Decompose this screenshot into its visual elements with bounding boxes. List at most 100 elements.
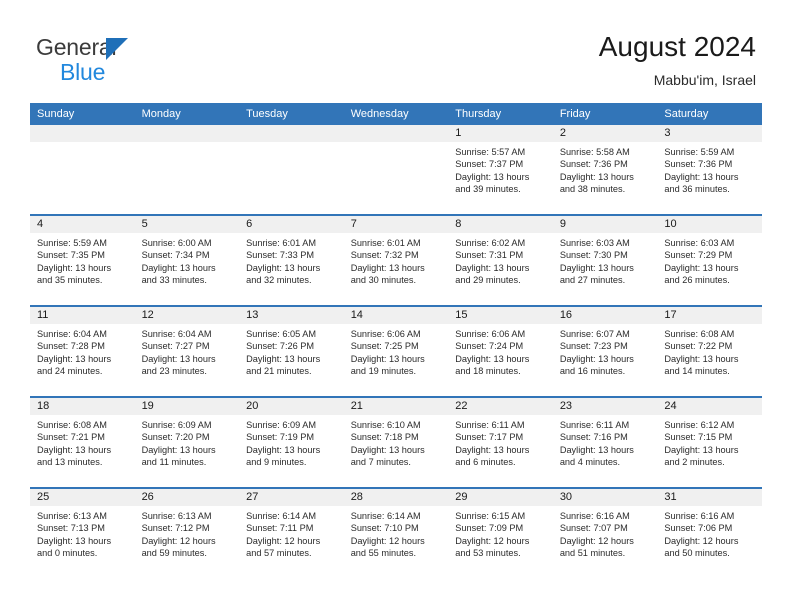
- daylight-line-2: and 6 minutes.: [455, 456, 516, 467]
- calendar-day[interactable]: 13 Sunrise: 6:05 AM Sunset: 7:26 PM Dayligh…: [239, 307, 344, 394]
- daylight-line-1: Daylight: 13 hours: [664, 353, 739, 364]
- calendar-day[interactable]: 14 Sunrise: 6:06 AM Sunset: 7:25 PM Dayligh…: [343, 307, 449, 394]
- calendar-day[interactable]: 19 Sunrise: 6:09 AM Sunset: 7:20 PM Dayligh…: [134, 398, 240, 485]
- daylight-line-2: and 38 minutes.: [559, 183, 626, 194]
- sunrise-time: Sunrise: 6:11 AM: [559, 420, 630, 430]
- day-details: Sunrise: 6:09 AM Sunset: 7:20 PM Daylight:…: [135, 415, 240, 468]
- calendar-day[interactable]: 3 Sunrise: 5:59 AM Sunset: 7:36 PM Daylight…: [657, 125, 762, 212]
- sunrise-time: Sunrise: 6:06 AM: [350, 329, 421, 339]
- calendar-cell: 28 Sunrise: 6:14 AM Sunset: 7:10 PM Dayligh…: [343, 487, 449, 578]
- calendar-day[interactable]: 6 Sunrise: 6:01 AM Sunset: 7:33 PM Daylight…: [239, 216, 344, 303]
- calendar-day[interactable]: 5 Sunrise: 6:00 AM Sunset: 7:34 PM Daylight…: [134, 216, 240, 303]
- day-number: 27: [239, 489, 344, 506]
- calendar-day-empty: [134, 125, 240, 212]
- day-details: Sunrise: 6:14 AM Sunset: 7:10 PM Daylight:…: [344, 506, 449, 559]
- day-number: 13: [239, 307, 344, 324]
- calendar-cell: 26 Sunrise: 6:13 AM Sunset: 7:12 PM Dayligh…: [134, 487, 240, 578]
- calendar-day[interactable]: 10 Sunrise: 6:03 AM Sunset: 7:29 PM Dayligh…: [657, 216, 762, 303]
- daylight-line-2: and 27 minutes.: [559, 274, 626, 285]
- calendar-day[interactable]: 30 Sunrise: 6:16 AM Sunset: 7:07 PM Dayligh…: [552, 489, 658, 576]
- sunset-time: Sunset: 7:35 PM: [37, 250, 105, 261]
- calendar-day[interactable]: 22 Sunrise: 6:11 AM Sunset: 7:17 PM Dayligh…: [448, 398, 553, 485]
- calendar-cell: 10 Sunrise: 6:03 AM Sunset: 7:29 PM Dayligh…: [657, 214, 762, 306]
- calendar-cell: 15 Sunrise: 6:06 AM Sunset: 7:24 PM Dayligh…: [448, 305, 553, 397]
- daylight-line-2: and 16 minutes.: [559, 365, 626, 376]
- sunrise-time: Sunrise: 6:04 AM: [141, 329, 212, 339]
- day-details: Sunrise: 6:13 AM Sunset: 7:13 PM Daylight:…: [30, 506, 135, 559]
- calendar-cell: 29 Sunrise: 6:15 AM Sunset: 7:09 PM Dayligh…: [448, 487, 553, 578]
- calendar-day[interactable]: 2 Sunrise: 5:58 AM Sunset: 7:36 PM Daylight…: [552, 125, 658, 212]
- brand-general-text: General: [36, 34, 117, 60]
- sunset-time: Sunset: 7:11 PM: [246, 523, 314, 534]
- calendar-day[interactable]: 26 Sunrise: 6:13 AM Sunset: 7:12 PM Dayligh…: [134, 489, 240, 576]
- calendar-cell: 8 Sunrise: 6:02 AM Sunset: 7:31 PM Daylight…: [448, 214, 553, 306]
- sunset-time: Sunset: 7:25 PM: [350, 341, 419, 352]
- daylight-line-1: Daylight: 13 hours: [37, 262, 112, 273]
- calendar-cell: 18 Sunrise: 6:08 AM Sunset: 7:21 PM Dayligh…: [30, 396, 135, 488]
- calendar-day[interactable]: 17 Sunrise: 6:08 AM Sunset: 7:22 PM Dayligh…: [657, 307, 762, 394]
- day-details: Sunrise: 6:08 AM Sunset: 7:22 PM Daylight:…: [657, 324, 762, 377]
- sunset-time: Sunset: 7:36 PM: [559, 159, 628, 170]
- daylight-line-2: and 35 minutes.: [37, 274, 103, 285]
- calendar-day[interactable]: 12 Sunrise: 6:04 AM Sunset: 7:27 PM Dayligh…: [134, 307, 240, 394]
- day-number: 23: [552, 398, 658, 415]
- calendar-day[interactable]: 8 Sunrise: 6:02 AM Sunset: 7:31 PM Daylight…: [448, 216, 553, 303]
- calendar-day[interactable]: 7 Sunrise: 6:01 AM Sunset: 7:32 PM Daylight…: [343, 216, 449, 303]
- calendar-day[interactable]: 9 Sunrise: 6:03 AM Sunset: 7:30 PM Daylight…: [552, 216, 658, 303]
- day-details: Sunrise: 6:12 AM Sunset: 7:15 PM Daylight:…: [657, 415, 762, 468]
- daylight-line-2: and 39 minutes.: [455, 183, 521, 194]
- calendar-day[interactable]: 23 Sunrise: 6:11 AM Sunset: 7:16 PM Dayligh…: [552, 398, 658, 485]
- calendar-day[interactable]: 16 Sunrise: 6:07 AM Sunset: 7:23 PM Dayligh…: [552, 307, 658, 394]
- calendar-day[interactable]: 31 Sunrise: 6:16 AM Sunset: 7:06 PM Dayligh…: [657, 489, 762, 576]
- day-details: Sunrise: 5:57 AM Sunset: 7:37 PM Daylight:…: [448, 142, 553, 195]
- sunrise-time: Sunrise: 6:05 AM: [246, 329, 317, 339]
- day-details: Sunrise: 6:03 AM Sunset: 7:29 PM Daylight:…: [657, 233, 762, 286]
- daylight-line-2: and 2 minutes.: [664, 456, 725, 467]
- calendar-day[interactable]: 18 Sunrise: 6:08 AM Sunset: 7:21 PM Dayligh…: [30, 398, 135, 485]
- brand-logo[interactable]: General Blue: [36, 36, 236, 88]
- calendar-cell: 21 Sunrise: 6:10 AM Sunset: 7:18 PM Dayligh…: [343, 396, 449, 488]
- sunrise-time: Sunrise: 6:07 AM: [559, 329, 630, 339]
- day-number: 16: [552, 307, 658, 324]
- day-details: Sunrise: 6:09 AM Sunset: 7:19 PM Daylight:…: [239, 415, 344, 468]
- daylight-line-1: Daylight: 13 hours: [350, 353, 425, 364]
- day-details: Sunrise: 6:00 AM Sunset: 7:34 PM Daylight:…: [135, 233, 240, 286]
- day-number: 18: [30, 398, 135, 415]
- sunrise-time: Sunrise: 5:59 AM: [664, 147, 735, 157]
- day-details: Sunrise: 5:59 AM Sunset: 7:36 PM Daylight:…: [657, 142, 762, 195]
- calendar-day[interactable]: 21 Sunrise: 6:10 AM Sunset: 7:18 PM Dayligh…: [343, 398, 449, 485]
- daylight-line-1: Daylight: 13 hours: [664, 444, 739, 455]
- calendar-cell: 24 Sunrise: 6:12 AM Sunset: 7:15 PM Dayligh…: [657, 396, 762, 488]
- calendar-day[interactable]: 20 Sunrise: 6:09 AM Sunset: 7:19 PM Dayligh…: [239, 398, 344, 485]
- calendar-cell: 20 Sunrise: 6:09 AM Sunset: 7:19 PM Dayligh…: [239, 396, 344, 488]
- sunrise-time: Sunrise: 6:08 AM: [664, 329, 735, 339]
- page-header: General Blue August 2024 Mabbu'im, Israe…: [0, 0, 792, 100]
- sunset-time: Sunset: 7:18 PM: [350, 432, 419, 443]
- daylight-line-2: and 24 minutes.: [37, 365, 103, 376]
- page-subtitle: Mabbu'im, Israel: [653, 72, 756, 88]
- calendar-day[interactable]: 11 Sunrise: 6:04 AM Sunset: 7:28 PM Dayligh…: [30, 307, 135, 394]
- calendar-day[interactable]: 28 Sunrise: 6:14 AM Sunset: 7:10 PM Dayligh…: [343, 489, 449, 576]
- daylight-line-1: Daylight: 12 hours: [141, 535, 216, 546]
- daylight-line-1: Daylight: 13 hours: [141, 262, 216, 273]
- day-number: 7: [343, 216, 449, 233]
- calendar-day[interactable]: 24 Sunrise: 6:12 AM Sunset: 7:15 PM Dayligh…: [657, 398, 762, 485]
- daylight-line-1: Daylight: 13 hours: [350, 262, 425, 273]
- daylight-line-2: and 23 minutes.: [141, 365, 207, 376]
- daylight-line-1: Daylight: 12 hours: [246, 535, 321, 546]
- sunset-time: Sunset: 7:07 PM: [559, 523, 628, 534]
- calendar-day[interactable]: 27 Sunrise: 6:14 AM Sunset: 7:11 PM Dayligh…: [239, 489, 344, 576]
- sunrise-time: Sunrise: 6:08 AM: [37, 420, 107, 430]
- calendar-day[interactable]: 25 Sunrise: 6:13 AM Sunset: 7:13 PM Dayligh…: [30, 489, 135, 576]
- daylight-line-2: and 11 minutes.: [141, 456, 207, 467]
- sunset-time: Sunset: 7:23 PM: [559, 341, 628, 352]
- calendar-day[interactable]: 15 Sunrise: 6:06 AM Sunset: 7:24 PM Dayligh…: [448, 307, 553, 394]
- daylight-line-2: and 21 minutes.: [246, 365, 312, 376]
- daylight-line-1: Daylight: 13 hours: [559, 171, 634, 182]
- calendar-day[interactable]: 1 Sunrise: 5:57 AM Sunset: 7:37 PM Daylight…: [448, 125, 553, 212]
- sunset-time: Sunset: 7:30 PM: [559, 250, 628, 261]
- daylight-line-1: Daylight: 12 hours: [350, 535, 425, 546]
- calendar-day[interactable]: 4 Sunrise: 5:59 AM Sunset: 7:35 PM Daylight…: [30, 216, 135, 303]
- daylight-line-2: and 30 minutes.: [350, 274, 417, 285]
- calendar-day[interactable]: 29 Sunrise: 6:15 AM Sunset: 7:09 PM Dayligh…: [448, 489, 553, 576]
